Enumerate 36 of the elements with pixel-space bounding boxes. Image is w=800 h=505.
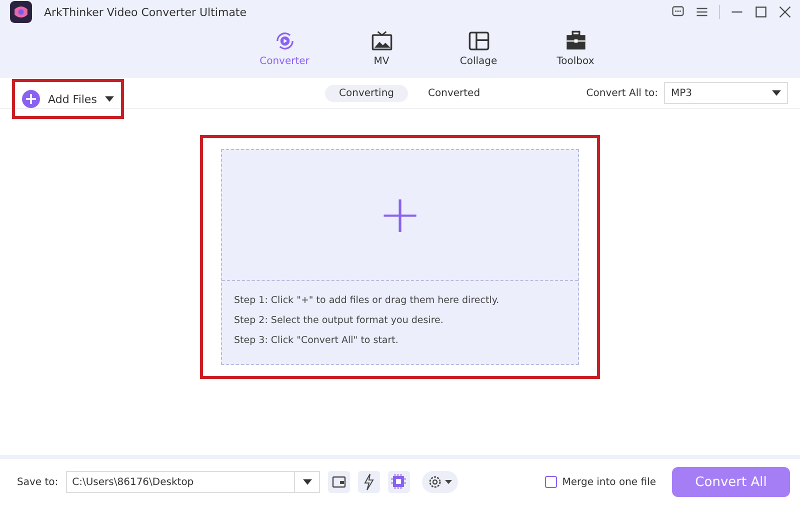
toolbox-icon xyxy=(564,30,586,52)
nav-tab[interactable]: Toolbox xyxy=(550,24,602,78)
plus-circle-icon xyxy=(22,90,40,108)
feedback-icon[interactable] xyxy=(671,5,685,19)
nav-tab[interactable]: Converter xyxy=(258,24,310,78)
convert-all-label: Convert All to: xyxy=(586,88,658,98)
instruction-step: Step 1: Click "+" to add files or drag them here directly. xyxy=(234,295,566,306)
add-files-button[interactable]: Add Files xyxy=(19,84,117,114)
maximize-icon[interactable] xyxy=(754,5,768,19)
lightning-icon[interactable] xyxy=(358,471,380,493)
caret-icon xyxy=(104,96,114,102)
app-logo-icon xyxy=(10,1,32,23)
add-plus[interactable]: + xyxy=(378,189,422,241)
settings-icon[interactable] xyxy=(422,471,458,493)
refresh-play-icon xyxy=(274,30,296,52)
merge-label: Merge into one file xyxy=(562,476,656,488)
instruction-step: Step 3: Click "Convert All" to start. xyxy=(234,335,566,346)
status-tab[interactable]: Converting xyxy=(325,84,408,102)
save-path-field[interactable]: C:\Users\86176\Desktop xyxy=(66,471,320,493)
close-icon[interactable] xyxy=(778,5,792,19)
instruction-step: Step 2: Select the output format you desire. xyxy=(234,315,566,326)
layout-icon xyxy=(468,30,490,52)
folder-icon[interactable] xyxy=(328,471,350,493)
window-title: ArkThinker Video Converter Ultimate xyxy=(44,6,247,18)
menu-icon[interactable] xyxy=(695,5,709,19)
nav-tab[interactable]: Collage xyxy=(452,24,504,78)
chip-icon[interactable] xyxy=(388,471,410,493)
tv-icon xyxy=(370,30,392,52)
merge-checkbox[interactable] xyxy=(545,476,558,488)
caret-icon[interactable] xyxy=(302,479,312,485)
format-dropdown[interactable]: MP3 xyxy=(664,82,788,104)
status-tab[interactable]: Converted xyxy=(414,84,494,102)
save-to-label: Save to: xyxy=(17,476,58,488)
nav-tab[interactable]: MV xyxy=(356,24,408,78)
caret-icon xyxy=(772,90,781,96)
drop-zone[interactable]: + Step 1: Click "+" to add files or drag them here directly. Step 2: Select the output format you desire. Step 3: Click "Convert All" to start. xyxy=(221,149,579,365)
